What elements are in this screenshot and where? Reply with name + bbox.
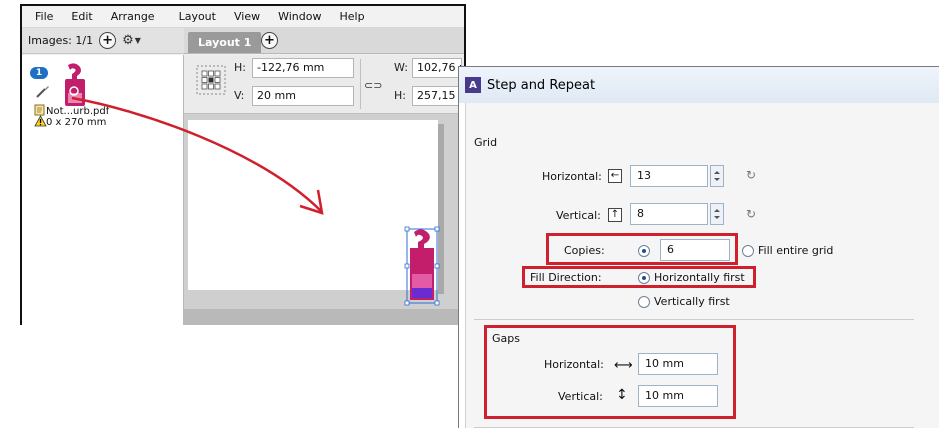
vertically-first-radio[interactable]	[638, 296, 650, 308]
images-settings-button[interactable]: ⚙ ▼	[122, 33, 141, 48]
dialog-body: Grid Horizontal: ← 13 ↻ Vertical: ↑ 8 ↻ …	[465, 103, 939, 428]
v-position-label: V:	[234, 89, 245, 102]
gap-vertical-input[interactable]: 10 mm	[638, 385, 718, 407]
reset-icon[interactable]: ↻	[746, 168, 756, 182]
menu-help[interactable]: Help	[330, 10, 373, 23]
grid-horizontal-label: Horizontal:	[542, 170, 602, 183]
file-name: Not...urb.pdf	[46, 106, 110, 117]
layout-canvas[interactable]	[184, 114, 464, 325]
copies-label: Copies:	[564, 244, 605, 257]
canvas-scroll-area	[184, 309, 464, 325]
file-dimensions: 0 x 270 mm	[46, 117, 107, 128]
gear-icon: ⚙	[122, 33, 134, 48]
add-image-button[interactable]: +	[99, 32, 117, 49]
arrow-left-icon: ←	[608, 169, 622, 183]
dialog-title: Step and Repeat	[487, 77, 596, 93]
menu-window[interactable]: Window	[269, 10, 330, 23]
horizontally-first-label: Horizontally first	[654, 271, 745, 284]
gap-vertical-label: Vertical:	[558, 390, 603, 403]
step-and-repeat-app-icon: A	[465, 77, 481, 93]
horizontally-first-radio[interactable]	[638, 272, 650, 284]
copies-radio[interactable]	[638, 245, 650, 257]
grid-section-label: Grid	[474, 136, 498, 149]
menu-file[interactable]: File	[26, 10, 62, 23]
placed-image[interactable]	[404, 226, 440, 306]
width-field[interactable]: 102,76 r	[412, 58, 462, 78]
brush-icon	[36, 86, 49, 98]
images-panel: 1 Not...urb.pdf 0 x 270 mm	[22, 55, 184, 325]
link-icon[interactable]: ⊂⊃	[364, 79, 382, 92]
menu-arrange[interactable]: Arrange	[102, 10, 164, 23]
width-label: W:	[394, 61, 408, 74]
dialog-titlebar: A Step and Repeat	[459, 67, 939, 103]
fill-entire-grid-label: Fill entire grid	[758, 244, 834, 257]
properties-bar: H: -122,76 mm V: 20 mm ⊂⊃ W: 102,76 r H:…	[184, 55, 464, 114]
reset-icon[interactable]: ↻	[746, 207, 756, 221]
thumbnail-count-badge: 1	[30, 67, 48, 79]
fill-direction-label: Fill Direction:	[530, 271, 602, 284]
double-arrow-horizontal-icon: ⟷	[614, 358, 633, 373]
double-arrow-vertical-icon: ↕	[616, 387, 628, 403]
gaps-section-label: Gaps	[492, 332, 520, 345]
menu-layout[interactable]: Layout	[170, 10, 225, 23]
image-thumbnail[interactable]	[62, 63, 88, 107]
images-count-label: Images: 1/1	[28, 34, 94, 47]
images-header: Images: 1/1 + ⚙ ▼	[22, 28, 184, 54]
grid-vertical-stepper[interactable]	[710, 203, 724, 225]
h-position-label: H:	[234, 61, 246, 74]
anchor-grid-icon[interactable]	[196, 65, 226, 95]
app-window: File Edit Arrange Layout View Window Hel…	[20, 4, 466, 325]
grid-horizontal-input[interactable]: 13	[630, 165, 708, 187]
height-label: H:	[394, 89, 406, 102]
menu-bar: File Edit Arrange Layout View Window Hel…	[22, 6, 464, 28]
plus-icon: +	[264, 33, 275, 48]
step-and-repeat-dialog: A Step and Repeat Grid Horizontal: ← 13 …	[458, 66, 939, 428]
page-sheet	[188, 120, 438, 290]
v-position-field[interactable]: 20 mm	[252, 86, 354, 106]
fill-entire-grid-radio[interactable]	[742, 245, 754, 257]
tab-layout-1[interactable]: Layout 1	[188, 32, 262, 53]
properties-divider	[360, 59, 361, 109]
grid-vertical-label: Vertical:	[556, 209, 601, 222]
layout-tab-bar: Layout 1 +	[184, 28, 464, 54]
height-field[interactable]: 257,15 r	[412, 86, 462, 106]
gap-horizontal-input[interactable]: 10 mm	[638, 353, 718, 375]
arrow-up-icon: ↑	[608, 208, 622, 222]
plus-icon: +	[102, 33, 114, 48]
add-layout-button[interactable]: +	[261, 32, 278, 49]
h-position-field[interactable]: -122,76 mm	[252, 58, 354, 78]
vertically-first-label: Vertically first	[654, 295, 730, 308]
grid-vertical-input[interactable]: 8	[630, 203, 708, 225]
gap-horizontal-label: Horizontal:	[544, 358, 604, 371]
section-divider	[474, 319, 914, 320]
menu-view[interactable]: View	[225, 10, 269, 23]
copies-input[interactable]: 6	[660, 239, 730, 261]
grid-horizontal-stepper[interactable]	[710, 165, 724, 187]
chevron-down-icon: ▼	[134, 36, 141, 45]
menu-edit[interactable]: Edit	[62, 10, 101, 23]
